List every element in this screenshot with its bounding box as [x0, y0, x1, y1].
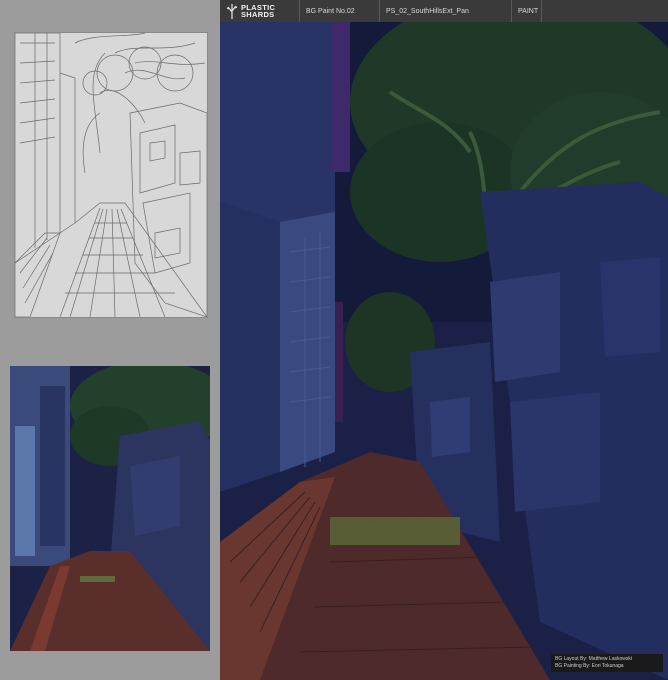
layout-credit: BG Layout By: Matthew Laskowski	[555, 656, 632, 662]
main-background-paint	[220, 22, 668, 680]
logo-line-2: SHARDS	[241, 10, 275, 19]
plastic-shards-logo: PLASTIC SHARDS	[220, 0, 300, 22]
file-name-label: PS_02_SouthHillsExt_Pan	[380, 0, 512, 22]
credits-box: BG Layout By: Matthew Laskowski BG Paint…	[551, 654, 663, 672]
main-paint-image	[220, 22, 668, 680]
paint-thumbnail-panel	[10, 366, 210, 651]
header-bar: PLASTIC SHARDS BG Paint No.02 PS_02_Sout…	[220, 0, 668, 22]
tree-logo-icon	[226, 4, 238, 19]
layout-sketch-panel	[14, 32, 208, 318]
stage-label: PAINT	[512, 0, 542, 22]
paint-thumbnail-image	[10, 366, 210, 651]
paint-number-label: BG Paint No.02	[300, 0, 380, 22]
layout-sketch-image	[15, 33, 207, 317]
painting-credit: BG Painting By: Eori Tokunaga	[555, 663, 624, 669]
